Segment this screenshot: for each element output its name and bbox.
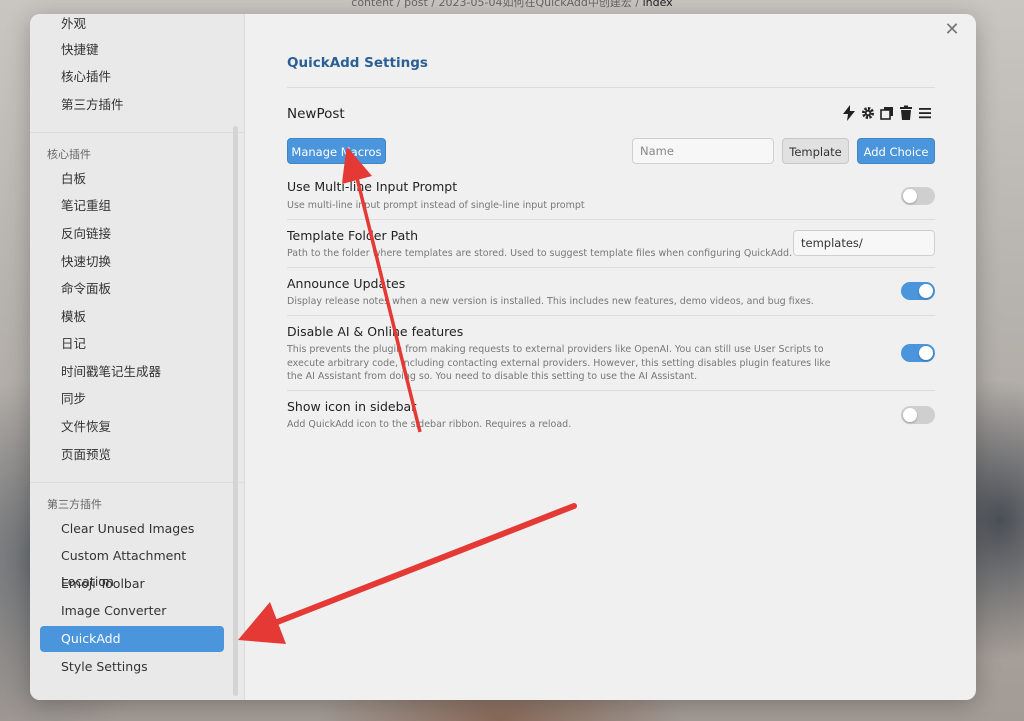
divider (287, 267, 935, 268)
sidebar-item-quick-switcher[interactable]: 快速切换 (40, 249, 224, 275)
sidebar-item-file-recovery[interactable]: 文件恢复 (40, 414, 224, 440)
sidebar-item-templates[interactable]: 模板 (40, 304, 224, 330)
sidebar-item-hotkeys[interactable]: 快捷键 (40, 37, 224, 63)
disable-ai-toggle[interactable] (901, 344, 935, 362)
sidebar-item-image-converter[interactable]: Image Converter (40, 598, 224, 624)
template-folder-input[interactable] (793, 230, 935, 256)
setting-description: Use multi-line input prompt instead of s… (287, 200, 585, 211)
setting-description: This prevents the plugin from making req… (287, 344, 831, 382)
toggle-knob (919, 284, 933, 298)
setting-title: Template Folder Path (287, 228, 419, 243)
add-choice-button[interactable]: Add Choice (857, 138, 935, 164)
breadcrumb: content / post / 2023-05-04如何在QuickAdd中创… (0, 0, 1024, 10)
menu-icon[interactable] (918, 105, 932, 121)
sidebar-item-appearance[interactable]: 外观 (40, 14, 224, 37)
sidebar-divider (30, 132, 244, 133)
settings-modal: 外观 快捷键 核心插件 第三方插件 核心插件 白板 笔记重组 反向链接 快速切换… (30, 14, 976, 700)
divider (287, 87, 935, 88)
sidebar-item-clear-unused-images[interactable]: Clear Unused Images (40, 516, 224, 542)
trash-icon[interactable] (899, 105, 913, 121)
setting-title: Use Multi-line Input Prompt (287, 179, 458, 194)
setting-description: Display release notes when a new version… (287, 296, 814, 307)
divider (287, 219, 935, 220)
settings-sidebar: 外观 快捷键 核心插件 第三方插件 核心插件 白板 笔记重组 反向链接 快速切换… (30, 14, 245, 700)
toggle-knob (903, 408, 917, 422)
settings-content: QuickAdd Settings NewPost Manage Macros … (245, 14, 976, 700)
sidebar-item-daily-notes[interactable]: 日记 (40, 331, 224, 357)
sidebar-item-community-plugins[interactable]: 第三方插件 (40, 92, 224, 118)
setting-title: Show icon in sidebar (287, 399, 417, 414)
sidebar-item-unique-note-creator[interactable]: 时间戳笔记生成器 (40, 359, 224, 385)
toggle-knob (903, 189, 917, 203)
sidebar-item-quickadd[interactable]: QuickAdd (40, 626, 224, 652)
breadcrumb-current: index (642, 0, 673, 9)
bolt-icon[interactable] (842, 105, 856, 121)
setting-description: Add QuickAdd icon to the sidebar ribbon.… (287, 419, 572, 430)
choice-name-input[interactable] (632, 138, 774, 164)
page-title: QuickAdd Settings (287, 55, 428, 71)
sidebar-item-note-composer[interactable]: 笔记重组 (40, 193, 224, 219)
sidebar-item-style-settings[interactable]: Style Settings (40, 654, 224, 680)
sidebar-item-page-preview[interactable]: 页面预览 (40, 442, 224, 468)
setting-description: Path to the folder where templates are s… (287, 248, 793, 259)
sidebar-item-backlinks[interactable]: 反向链接 (40, 221, 224, 247)
breadcrumb-path: content / post / 2023-05-04如何在QuickAdd中创… (351, 0, 632, 9)
template-button[interactable]: Template (782, 138, 849, 164)
sidebar-item-custom-attachment-location[interactable]: Custom Attachment Location (40, 543, 224, 589)
sidebar-item-sync[interactable]: 同步 (40, 386, 224, 412)
choice-actions (842, 105, 932, 121)
sidebar-icon-toggle[interactable] (901, 406, 935, 424)
toggle-knob (919, 346, 933, 360)
sidebar-item-emoji-toolbar[interactable]: Emoji Toolbar (40, 571, 224, 597)
sidebar-item-canvas[interactable]: 白板 (40, 166, 224, 192)
setting-title: Disable AI & Online features (287, 324, 464, 339)
sidebar-scrollbar[interactable] (233, 126, 238, 696)
sidebar-divider (30, 482, 244, 483)
sidebar-item-command-palette[interactable]: 命令面板 (40, 276, 224, 302)
choice-name: NewPost (287, 106, 345, 122)
announce-updates-toggle[interactable] (901, 282, 935, 300)
setting-title: Announce Updates (287, 276, 406, 291)
core-plugins-heading: 核心插件 (47, 148, 91, 161)
gear-icon[interactable] (861, 105, 875, 121)
community-plugins-heading: 第三方插件 (47, 498, 102, 511)
manage-macros-button[interactable]: Manage Macros (287, 138, 386, 164)
duplicate-icon[interactable] (880, 105, 894, 121)
divider (287, 390, 935, 391)
divider (287, 315, 935, 316)
sidebar-item-core-plugins[interactable]: 核心插件 (40, 64, 224, 90)
multiline-input-toggle[interactable] (901, 187, 935, 205)
